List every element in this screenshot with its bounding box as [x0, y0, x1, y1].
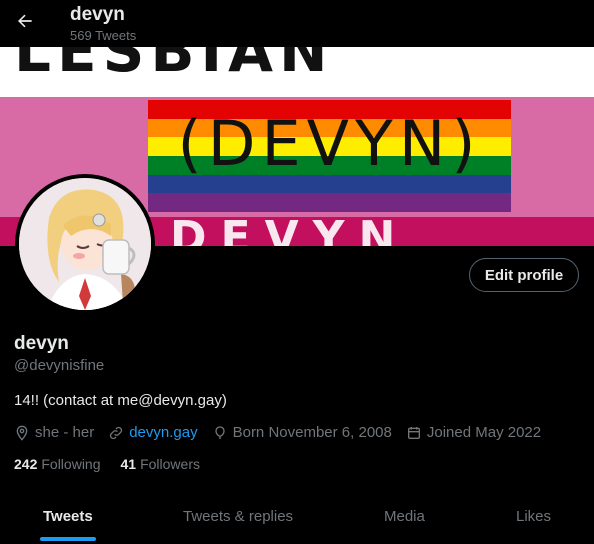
banner-bottom-text: DEVYN — [170, 212, 410, 246]
followers-link[interactable]: 41 Followers — [121, 456, 200, 472]
avatar[interactable] — [15, 174, 155, 314]
top-bar: devyn 569 Tweets — [0, 0, 594, 47]
profile-bio: 14!! (contact at me@devyn.gay) — [14, 392, 227, 409]
website-link[interactable]: devyn.gay — [129, 424, 197, 441]
active-tab-indicator — [40, 537, 96, 541]
joined-item: Joined May 2022 — [406, 424, 541, 441]
flag-text: (DEVYN) — [177, 107, 482, 180]
follow-stats: 242 Following 41 Followers — [14, 456, 220, 472]
link-icon — [110, 426, 123, 439]
following-label: Following — [41, 456, 101, 472]
profile-handle: @devynisfine — [14, 357, 105, 374]
website-item[interactable]: devyn.gay — [108, 424, 198, 441]
header-tweet-count: 569 Tweets — [70, 28, 137, 43]
avatar-image — [19, 178, 151, 310]
birthday-text: Born November 6, 2008 — [232, 424, 392, 441]
back-arrow-icon[interactable] — [11, 7, 39, 35]
tab-likes[interactable]: Likes — [516, 508, 551, 525]
profile-meta: she - her devyn.gay Born November 6, 200… — [14, 424, 555, 441]
birthday-item: Born November 6, 2008 — [212, 424, 392, 441]
header-name: devyn — [70, 4, 125, 25]
edit-profile-button[interactable]: Edit profile — [469, 258, 579, 292]
tab-tweets-replies[interactable]: Tweets & replies — [183, 508, 293, 525]
tab-tweets[interactable]: Tweets — [43, 508, 93, 525]
tab-media[interactable]: Media — [384, 508, 425, 525]
following-count: 242 — [14, 456, 38, 472]
pronouns-text: she - her — [35, 424, 95, 441]
location-pin-icon — [16, 425, 28, 441]
joined-text: Joined May 2022 — [426, 424, 542, 441]
calendar-icon — [407, 426, 420, 439]
profile-name: devyn — [14, 333, 69, 354]
pronouns-item: she - her — [14, 424, 94, 441]
banner-graffiti-text: LESBIAN — [14, 47, 334, 85]
followers-label: Followers — [140, 456, 200, 472]
balloon-icon — [214, 425, 225, 439]
followers-count: 41 — [120, 456, 137, 472]
following-link[interactable]: 242 Following — [14, 456, 101, 472]
